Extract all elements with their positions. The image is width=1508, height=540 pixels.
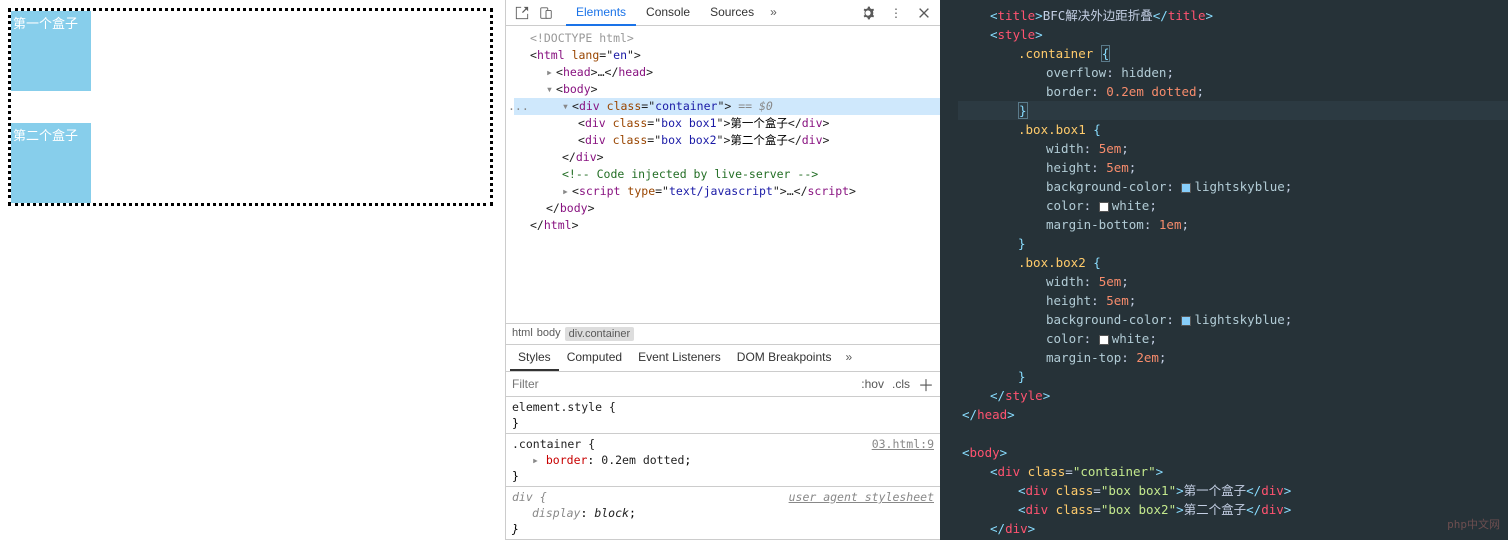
- new-style-rule-icon[interactable]: ＋: [918, 372, 934, 396]
- settings-icon[interactable]: [856, 1, 880, 25]
- dom-body-open[interactable]: ▾<body>: [514, 81, 940, 98]
- watermark: php中文网: [1447, 515, 1500, 534]
- crumb-container[interactable]: div.container: [565, 327, 635, 341]
- editor-line: <div class="box box2">第二个盒子</div>: [958, 500, 1508, 519]
- color-swatch-icon: [1181, 183, 1191, 193]
- color-swatch-icon: [1099, 335, 1109, 345]
- editor-line: </head>: [958, 405, 1508, 424]
- editor-line: .container {: [958, 44, 1508, 63]
- devtools-tabs: Elements Console Sources »: [566, 0, 856, 26]
- device-toggle-icon[interactable]: [534, 1, 558, 25]
- editor-line: color: white;: [958, 329, 1508, 348]
- style-source-ua: user agent stylesheet: [789, 489, 934, 505]
- dom-html-open[interactable]: <html lang="en">: [514, 47, 940, 64]
- editor-line: .box.box1 {: [958, 120, 1508, 139]
- editor-line: border: 0.2em dotted;: [958, 82, 1508, 101]
- dom-box1[interactable]: <div class="box box1">第一个盒子</div>: [514, 115, 940, 132]
- editor-line: <div class="container">: [958, 462, 1508, 481]
- preview-box1: 第一个盒子: [11, 11, 91, 91]
- dom-container-close[interactable]: </div>: [514, 149, 940, 166]
- cls-toggle[interactable]: .cls: [892, 377, 910, 391]
- filter-input[interactable]: [506, 372, 855, 396]
- color-swatch-icon: [1181, 316, 1191, 326]
- tab-sources[interactable]: Sources: [700, 0, 764, 26]
- editor-line: <body>: [958, 443, 1508, 462]
- devtools-panel: Elements Console Sources » ⋮ <!DOCTYPE h…: [505, 0, 940, 540]
- styles-tabs-overflow-icon[interactable]: »: [839, 345, 858, 371]
- container-style-block[interactable]: 03.html:9 .container { ▸ border: 0.2em d…: [506, 434, 940, 487]
- editor-line: .box.box2 {: [958, 253, 1508, 272]
- editor-line: </style>: [958, 386, 1508, 405]
- editor-line: margin-bottom: 1em;: [958, 215, 1508, 234]
- styles-tab-computed[interactable]: Computed: [559, 345, 630, 371]
- styles-body: element.style { } 03.html:9 .container {…: [506, 397, 940, 540]
- tabs-overflow-icon[interactable]: »: [764, 0, 783, 26]
- editor-line: height: 5em;: [958, 291, 1508, 310]
- editor-line: </div>: [958, 519, 1508, 538]
- editor-line: height: 5em;: [958, 158, 1508, 177]
- devtools-header-actions: ⋮: [856, 1, 936, 25]
- dom-head[interactable]: ▸<head>…</head>: [514, 64, 940, 81]
- hov-toggle[interactable]: :hov: [861, 377, 884, 391]
- preview-container: 第一个盒子 第二个盒子: [8, 8, 493, 206]
- preview-box2: 第二个盒子: [11, 123, 91, 203]
- editor-line: color: white;: [958, 196, 1508, 215]
- color-swatch-icon: [1099, 202, 1109, 212]
- styles-tab-styles[interactable]: Styles: [510, 345, 559, 371]
- styles-tab-dom-bp[interactable]: DOM Breakpoints: [729, 345, 840, 371]
- editor-line: [958, 424, 1508, 443]
- editor-line: <div class="box box1">第一个盒子</div>: [958, 481, 1508, 500]
- filter-row: :hov .cls ＋: [506, 372, 940, 397]
- editor-line: }: [958, 367, 1508, 386]
- editor-line: width: 5em;: [958, 272, 1508, 291]
- more-icon[interactable]: ⋮: [884, 1, 908, 25]
- editor-line: <style>: [958, 25, 1508, 44]
- dom-doctype[interactable]: <!DOCTYPE html>: [514, 30, 940, 47]
- preview-panel: 第一个盒子 第二个盒子: [0, 0, 505, 540]
- dom-tree[interactable]: <!DOCTYPE html> <html lang="en"> ▸<head>…: [506, 26, 940, 323]
- element-style-block[interactable]: element.style { }: [506, 397, 940, 434]
- div-style-block[interactable]: user agent stylesheet div { display: blo…: [506, 487, 940, 540]
- close-icon[interactable]: [912, 1, 936, 25]
- inspect-icon[interactable]: [510, 1, 534, 25]
- dom-body-close[interactable]: </body>: [514, 200, 940, 217]
- editor-line: background-color: lightskyblue;: [958, 177, 1508, 196]
- editor-line: overflow: hidden;: [958, 63, 1508, 82]
- dom-html-close[interactable]: </html>: [514, 217, 940, 234]
- editor-line-active: }: [958, 101, 1508, 120]
- crumb-html[interactable]: html: [512, 327, 533, 341]
- editor-line: }: [958, 234, 1508, 253]
- filter-actions: :hov .cls ＋: [855, 372, 940, 396]
- editor-line: width: 5em;: [958, 139, 1508, 158]
- editor-line: background-color: lightskyblue;: [958, 310, 1508, 329]
- dom-box2[interactable]: <div class="box box2">第二个盒子</div>: [514, 132, 940, 149]
- code-editor[interactable]: <title>BFC解决外边距折叠</title> <style> .conta…: [940, 0, 1508, 540]
- dom-comment[interactable]: <!-- Code injected by live-server -->: [514, 166, 940, 183]
- style-source-link[interactable]: 03.html:9: [872, 436, 934, 452]
- devtools-header: Elements Console Sources » ⋮: [506, 0, 940, 26]
- styles-tabs: Styles Computed Event Listeners DOM Brea…: [506, 344, 940, 372]
- styles-tab-listeners[interactable]: Event Listeners: [630, 345, 729, 371]
- crumb-body[interactable]: body: [537, 327, 561, 341]
- tab-elements[interactable]: Elements: [566, 0, 636, 26]
- editor-line: <title>BFC解决外边距折叠</title>: [958, 6, 1508, 25]
- editor-line: margin-top: 2em;: [958, 348, 1508, 367]
- dom-script[interactable]: ▸<script type="text/javascript">…</scrip…: [514, 183, 940, 200]
- dom-container-selected[interactable]: ▾<div class="container"> == $0: [514, 98, 940, 115]
- breadcrumb: html body div.container: [506, 323, 940, 344]
- tab-console[interactable]: Console: [636, 0, 700, 26]
